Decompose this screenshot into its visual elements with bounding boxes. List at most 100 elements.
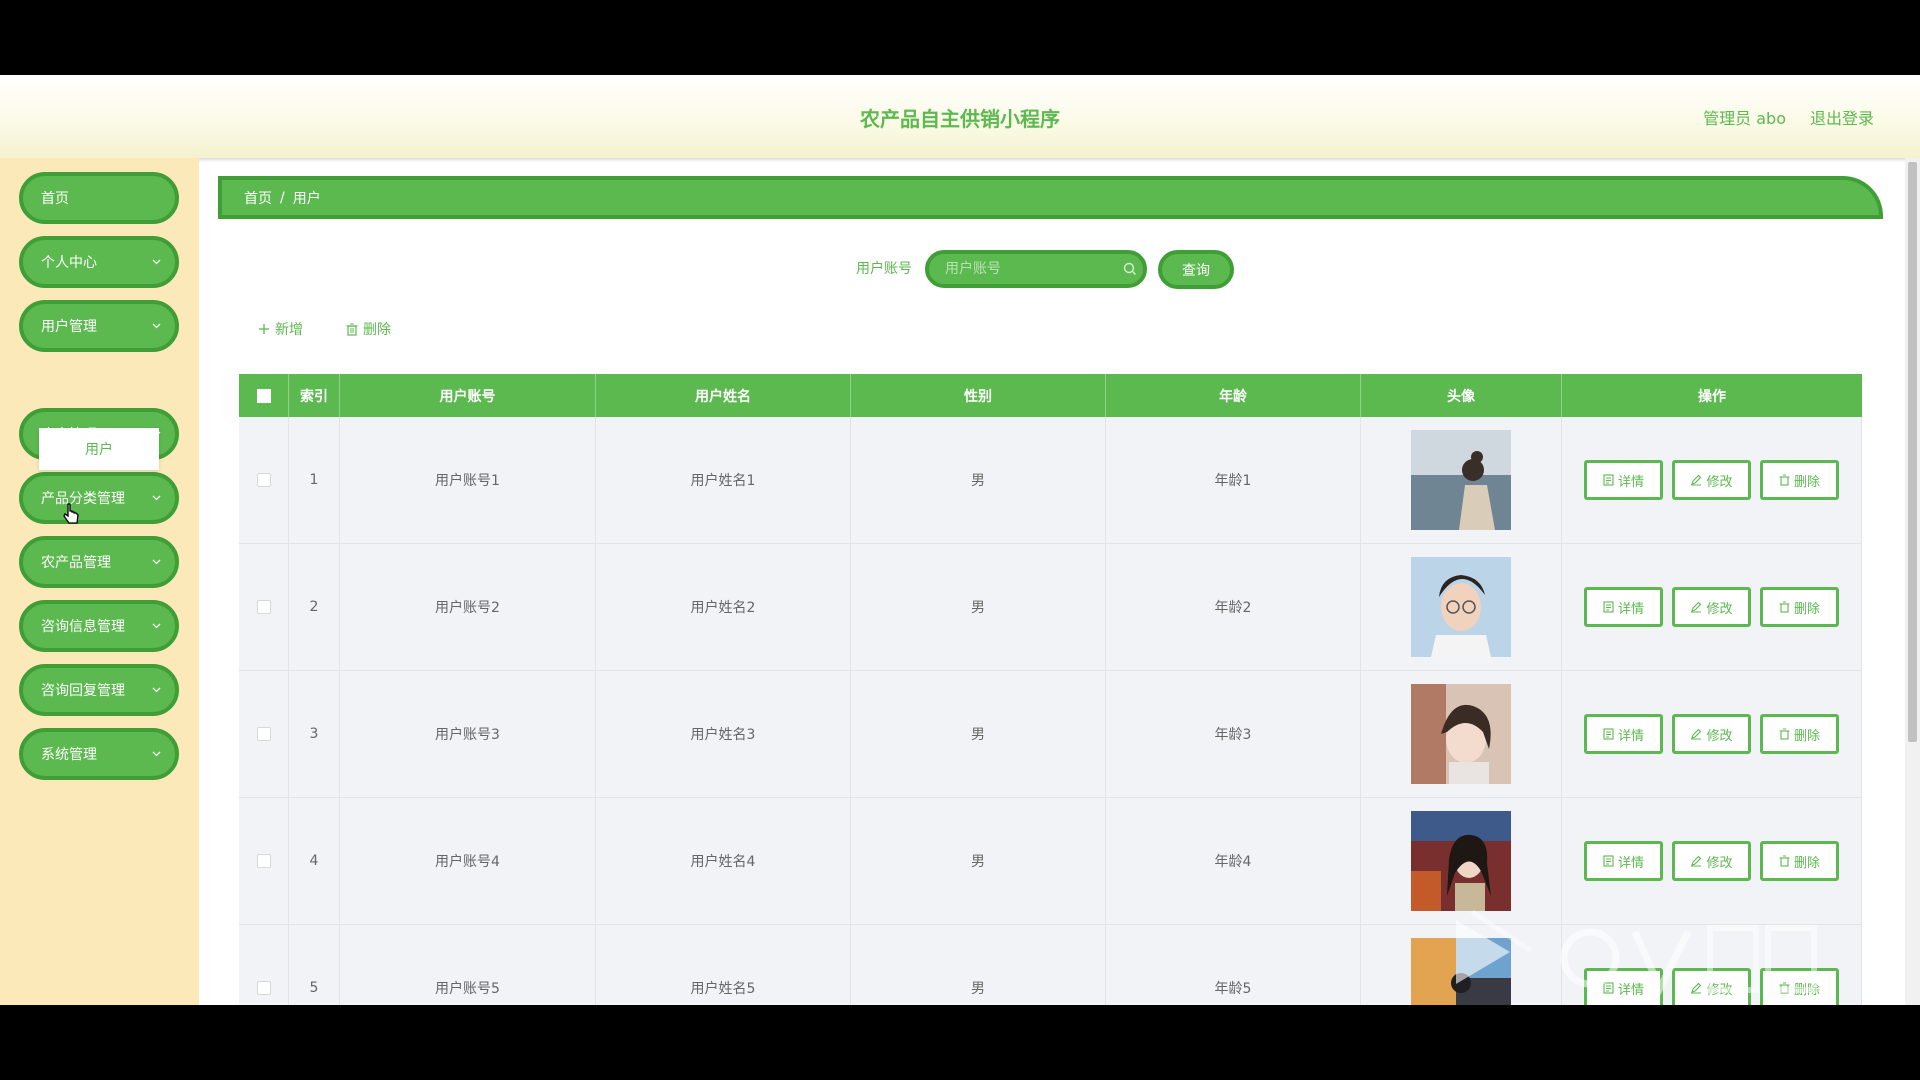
document-icon <box>1603 855 1614 867</box>
breadcrumb-current: 用户 <box>292 190 321 207</box>
document-icon <box>1603 474 1614 486</box>
row-checkbox[interactable] <box>256 727 271 741</box>
chevron-down-icon <box>152 323 161 329</box>
add-button-label: 新增 <box>275 322 303 338</box>
cell-gender: 男 <box>851 798 1106 924</box>
cell-index: 4 <box>289 798 340 924</box>
row-checkbox[interactable] <box>256 600 271 614</box>
delete-button[interactable]: 删除 <box>1760 587 1839 627</box>
column-header: 用户账号 <box>340 374 596 417</box>
delete-button[interactable]: 删除 <box>1760 460 1839 500</box>
cell-age: 年龄1 <box>1106 417 1361 543</box>
sidebar-item[interactable]: 系统管理 <box>19 728 179 780</box>
scrollbar[interactable] <box>1905 158 1920 1005</box>
avatar <box>1411 557 1511 657</box>
cell-avatar <box>1361 544 1562 670</box>
detail-button[interactable]: 详情 <box>1584 841 1663 881</box>
edit-button[interactable]: 修改 <box>1672 587 1751 627</box>
chevron-down-icon <box>152 495 161 501</box>
sidebar-subitem-user[interactable]: 用户 <box>39 428 159 470</box>
column-header: 用户姓名 <box>596 374 851 417</box>
edit-icon <box>1691 855 1702 867</box>
avatar <box>1411 684 1511 784</box>
top-header: 农产品自主供销小程序 管理员 abo 退出登录 <box>0 75 1920 158</box>
sidebar-item[interactable]: 咨询信息管理 <box>19 600 179 652</box>
delete-button[interactable]: 删除 <box>1760 714 1839 754</box>
cell-operations: 详情 修改 删除 <box>1562 417 1862 543</box>
app-title: 农产品自主供销小程序 <box>860 107 1060 131</box>
delete-button[interactable]: 删除 <box>1760 841 1839 881</box>
sidebar-item[interactable]: 产品分类管理 <box>19 472 179 524</box>
sidebar-item-label: 咨询回复管理 <box>41 683 125 699</box>
row-select-cell[interactable] <box>239 925 289 1005</box>
row-select-cell[interactable] <box>239 798 289 924</box>
sidebar-item[interactable]: 个人中心 <box>19 236 179 288</box>
row-checkbox[interactable] <box>256 981 271 995</box>
edit-label: 修改 <box>1706 601 1733 617</box>
cell-name: 用户姓名3 <box>596 671 851 797</box>
detail-button[interactable]: 详情 <box>1584 714 1663 754</box>
cell-avatar <box>1361 671 1562 797</box>
delete-label: 删除 <box>1793 601 1820 617</box>
edit-icon <box>1691 601 1702 613</box>
scrollbar-thumb[interactable] <box>1908 162 1917 742</box>
detail-label: 详情 <box>1617 728 1644 744</box>
chevron-down-icon <box>152 687 161 693</box>
edit-button[interactable]: 修改 <box>1672 841 1751 881</box>
column-header: 年龄 <box>1106 374 1361 417</box>
avatar <box>1411 430 1511 530</box>
row-select-cell[interactable] <box>239 544 289 670</box>
cell-age: 年龄4 <box>1106 798 1361 924</box>
sidebar-item[interactable]: 首页 <box>19 172 179 224</box>
cell-name: 用户姓名4 <box>596 798 851 924</box>
column-header: 索引 <box>289 374 340 417</box>
admin-user-label[interactable]: 管理员 abo <box>1703 105 1786 129</box>
document-icon <box>1603 601 1614 613</box>
column-header: 操作 <box>1698 388 1726 405</box>
sidebar-item[interactable]: 咨询回复管理 <box>19 664 179 716</box>
query-button[interactable]: 查询 <box>1158 250 1234 289</box>
header-user-area: 管理员 abo 退出登录 <box>1703 105 1874 129</box>
sidebar-item[interactable]: 农产品管理 <box>19 536 179 588</box>
search-icon <box>1123 262 1136 275</box>
add-button[interactable]: 新增 <box>258 319 303 339</box>
cell-gender: 男 <box>851 671 1106 797</box>
edit-button[interactable]: 修改 <box>1672 714 1751 754</box>
delete-label: 删除 <box>1793 855 1820 871</box>
row-checkbox[interactable] <box>256 473 271 487</box>
search-label: 用户账号 <box>856 261 912 277</box>
batch-delete-button[interactable]: 删除 <box>346 319 391 339</box>
chevron-down-icon <box>152 623 161 629</box>
logout-link[interactable]: 退出登录 <box>1810 105 1874 129</box>
edit-label: 修改 <box>1706 855 1733 871</box>
table-header: 索引 用户账号 用户姓名 性别 年龄 头像 操作 <box>239 374 1862 417</box>
cell-account: 用户账号5 <box>340 925 596 1005</box>
cell-gender: 男 <box>851 417 1106 543</box>
sidebar-item-label: 用户管理 <box>41 319 97 335</box>
row-checkbox[interactable] <box>256 854 271 868</box>
table-row: 4 用户账号4 用户姓名4 男年龄4 详情 修改 删除 <box>239 798 1862 925</box>
detail-label: 详情 <box>1617 474 1644 490</box>
delete-label: 删除 <box>1793 474 1820 490</box>
sidebar-item-label: 个人中心 <box>41 255 97 271</box>
sidebar-item-label: 首页 <box>41 191 69 207</box>
detail-button[interactable]: 详情 <box>1584 460 1663 500</box>
chevron-down-icon <box>152 559 161 565</box>
cell-gender: 男 <box>851 925 1106 1005</box>
row-select-cell[interactable] <box>239 671 289 797</box>
document-icon <box>1603 728 1614 740</box>
edit-button[interactable]: 修改 <box>1672 460 1751 500</box>
cell-name: 用户姓名2 <box>596 544 851 670</box>
sidebar-item-label: 产品分类管理 <box>41 491 125 507</box>
header-select-all[interactable] <box>239 374 289 417</box>
breadcrumb-home[interactable]: 首页 <box>244 188 272 208</box>
cell-operations: 详情 修改 删除 <box>1562 671 1862 797</box>
row-select-cell[interactable] <box>239 417 289 543</box>
cursor-icon <box>63 503 79 524</box>
sidebar-item[interactable]: 用户管理 <box>19 300 179 352</box>
detail-button[interactable]: 详情 <box>1584 587 1663 627</box>
breadcrumb: 首页 / 用户 <box>218 176 1883 219</box>
select-all-checkbox[interactable] <box>256 388 271 403</box>
search-input[interactable] <box>925 250 1147 288</box>
column-header: 头像 <box>1361 374 1562 417</box>
